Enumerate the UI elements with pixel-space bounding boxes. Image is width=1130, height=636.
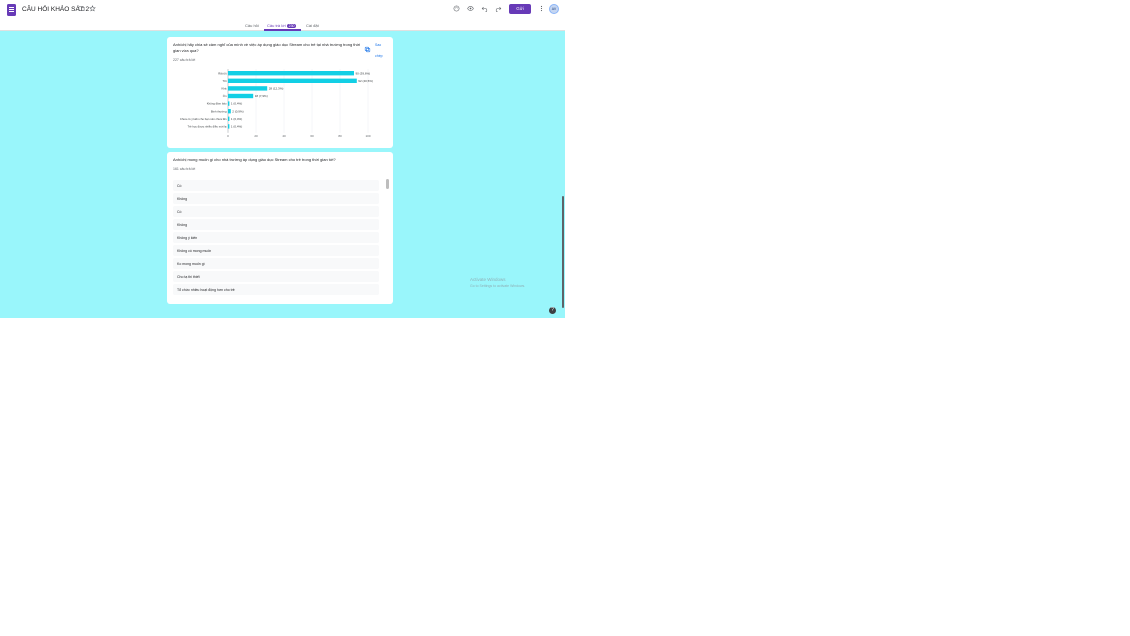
response-text: Có	[177, 209, 182, 214]
eye-icon[interactable]	[467, 5, 474, 15]
bar[interactable]	[228, 109, 231, 114]
tab-responses-label: Câu trả lời	[267, 23, 286, 28]
response-list-scrollbar[interactable]	[386, 179, 389, 189]
bar-value-label: 28 (12,3%)	[269, 87, 284, 91]
response-text: Không ý kiến	[177, 235, 198, 240]
response-item: Cho tạ thi thiết	[173, 271, 379, 282]
star-icon[interactable]	[89, 5, 96, 15]
bar[interactable]	[228, 78, 357, 83]
bar[interactable]	[228, 101, 230, 106]
response-text: Không có mong muốn	[177, 248, 212, 253]
tab-responses[interactable]: Câu trả lời 230	[267, 23, 297, 28]
bar-value-label: 1 (0,4%)	[231, 102, 242, 106]
category-label: Rất tốt	[218, 71, 226, 75]
x-tick-label: 80	[338, 134, 342, 138]
send-button[interactable]: Gửi	[509, 4, 531, 14]
response-text: Không	[177, 222, 188, 227]
response-item: Ko mong muốn gì	[173, 258, 379, 269]
response-text: Cho tạ thi thiết	[177, 274, 200, 279]
response-item: Không có mong muốn	[173, 245, 379, 256]
tab-questions[interactable]: Câu hỏi	[245, 23, 259, 28]
bar[interactable]	[228, 86, 268, 91]
bar[interactable]	[228, 71, 354, 76]
response-text: Có	[177, 183, 182, 188]
response-item: Không	[173, 219, 379, 230]
question-card-1: Anh/chị hãy chia sẻ cảm nghĩ của mình về…	[167, 37, 393, 148]
category-label: Tốt	[222, 79, 226, 83]
forms-logo-icon[interactable]	[7, 4, 16, 16]
bar-value-label: 18 (7,9%)	[255, 94, 268, 98]
more-vert-icon[interactable]	[538, 5, 545, 15]
activate-windows-subtitle: Go to Settings to activate Windows.	[470, 284, 526, 288]
app-window: CÂU HỎI KHẢO SÁT 2 Gửi AV Câu hỏi Câu tr…	[0, 0, 565, 318]
page-scrollbar[interactable]	[562, 196, 564, 308]
response-item: Có	[173, 206, 379, 217]
category-label: Khá	[222, 87, 227, 91]
help-button[interactable]: ?	[549, 307, 556, 314]
responses-bar-chart: Rất tốt Tốt Khá Ổn Không đảm bảo Bình thường C…	[180, 69, 373, 138]
response-item: Không	[173, 193, 379, 204]
avatar[interactable]: AV	[549, 4, 559, 14]
activate-windows-title: Activate Windows	[470, 277, 506, 282]
x-tick-label: 100	[365, 134, 370, 138]
x-tick-label: 60	[310, 134, 314, 138]
palette-icon[interactable]	[453, 5, 460, 15]
question-2-response-count: 161 câu trả lời	[173, 167, 196, 171]
bar[interactable]	[228, 116, 230, 121]
top-bar: CÂU HỎI KHẢO SÁT 2 Gửi AV Câu hỏi Câu tr…	[0, 0, 565, 31]
response-text: Ko mong muốn gì	[177, 261, 205, 266]
response-item: Có	[173, 180, 379, 191]
undo-icon[interactable]	[481, 5, 488, 15]
bar-value-label: 1 (0,4%)	[231, 117, 242, 121]
category-label: Bình thường	[211, 109, 227, 113]
response-text: Không	[177, 196, 188, 201]
tab-bar: Câu hỏi Câu trả lời 230 Cài đặt	[0, 20, 565, 31]
response-item: Không ý kiến	[173, 232, 379, 243]
response-item: Tổ chức nhiều hoạt động hơn cho trẻ	[173, 284, 379, 295]
x-tick-label: 40	[282, 134, 286, 138]
category-label: Trẻ học được nhiều điều mới lạ	[187, 125, 226, 129]
bar-value-label: 2 (0,9%)	[232, 109, 243, 113]
response-text: Tổ chức nhiều hoạt động hơn cho trẻ	[177, 287, 235, 292]
redo-icon[interactable]	[495, 5, 502, 15]
active-tab-indicator	[264, 29, 301, 31]
folder-icon[interactable]	[78, 5, 85, 15]
bar[interactable]	[228, 93, 254, 99]
bar[interactable]	[228, 124, 230, 129]
x-tick-label: 0	[227, 134, 229, 138]
tab-settings[interactable]: Cài đặt	[306, 23, 319, 28]
x-tick-label: 20	[254, 134, 258, 138]
bar-value-label: 92 (40,5%)	[358, 79, 373, 83]
question-card-2: Anh/chị mong muốn gì cho nhà trường áp d…	[167, 152, 393, 304]
category-label: Ổn	[223, 93, 227, 98]
question-2-text: Anh/chị mong muốn gì cho nhà trường áp d…	[173, 157, 336, 162]
bar-value-label: 1 (0,4%)	[231, 125, 242, 129]
bar-value-label: 90 (39,6%)	[356, 71, 371, 75]
category-label: Chưa có ý kiến cho bạn nên chưa lần	[180, 117, 227, 121]
response-count-badge: 230	[286, 24, 297, 28]
category-label: Không đảm bảo	[207, 102, 227, 106]
